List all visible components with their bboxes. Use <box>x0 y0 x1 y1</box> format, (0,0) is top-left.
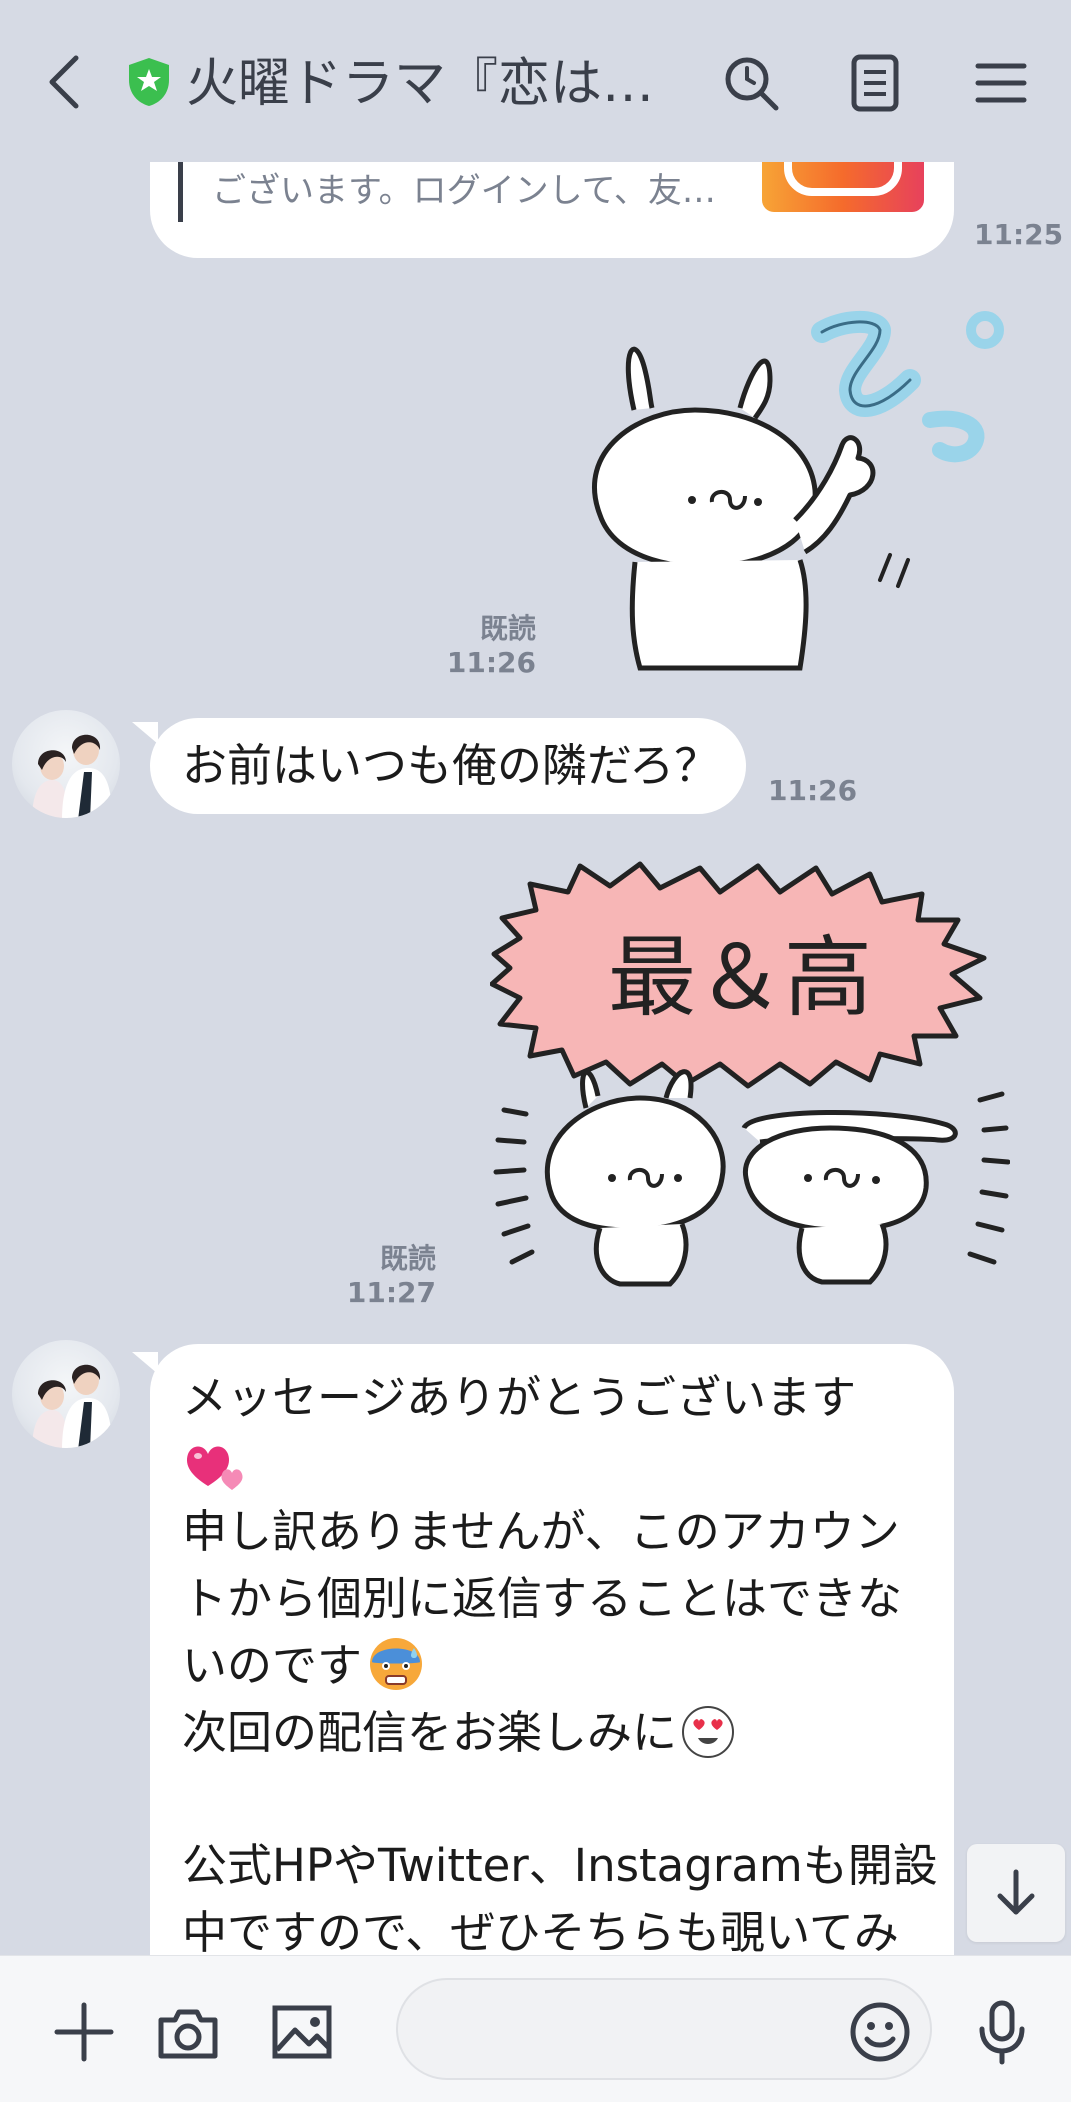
avatar[interactable] <box>12 1340 120 1448</box>
message-time: 11:26 <box>446 646 536 679</box>
mic-button[interactable] <box>966 1996 1038 2068</box>
chat-input-bar <box>0 1955 1071 2102</box>
message-text: お前はいつも俺の隣だろ？ <box>182 739 720 792</box>
read-receipt: 既読 11:27 <box>340 1242 436 1310</box>
message-line: 公式HPやTwitter、Instagramも開設 <box>182 1839 938 1892</box>
message-line: 申し訳ありませんが、このアカウン <box>182 1505 900 1558</box>
plus-icon <box>54 2002 114 2062</box>
menu-icon <box>975 63 1027 103</box>
image-button[interactable] <box>266 1996 338 2068</box>
emoji-button[interactable] <box>844 1996 916 2068</box>
image-icon <box>272 2005 332 2059</box>
back-button[interactable] <box>30 48 98 116</box>
heart-emoji-icon <box>184 1440 248 1492</box>
sticker-text: 最＆高 <box>608 926 872 1029</box>
camera-button[interactable] <box>152 1996 224 2068</box>
avatar[interactable] <box>12 710 120 818</box>
message-time: 11:25 <box>974 218 1064 251</box>
read-label: 既読 <box>379 1242 436 1275</box>
message-line: メッセージありがとうございます <box>182 1371 857 1424</box>
chat-header: 火曜ドラマ『恋は… <box>0 0 1071 162</box>
back-arrow-icon <box>49 55 79 109</box>
bubble-tail <box>132 722 158 744</box>
menu-button[interactable] <box>968 50 1034 116</box>
link-preview-text: ございます。ログインして、友… <box>212 171 716 211</box>
camera-icon <box>158 2009 218 2059</box>
scroll-to-bottom-button[interactable] <box>967 1844 1065 1942</box>
notes-button[interactable] <box>842 50 908 116</box>
cold-sweat-emoji-icon <box>366 1634 426 1694</box>
chat-area[interactable]: ございます。ログインして、友… 11:25 既読 11:26 お前はいつも俺の隣… <box>0 0 1071 1955</box>
plus-button[interactable] <box>48 1996 120 2068</box>
verified-shield-icon <box>126 56 172 108</box>
message-line: 次回の配信をお楽しみに <box>182 1706 678 1759</box>
message-line: トから個別に返信することはできな <box>182 1572 903 1625</box>
message-bubble[interactable]: メッセージありがとうございます 申し訳ありませんが、このアカウン トから個別に返… <box>150 1344 954 1955</box>
instagram-logo-icon <box>784 162 902 196</box>
arrow-down-icon <box>997 1869 1035 1915</box>
message-line: 中ですので、ぜひそちらも覗いてみ <box>182 1906 899 1955</box>
search-button[interactable] <box>718 50 784 116</box>
message-time: 11:27 <box>346 1276 436 1309</box>
sticker-rabbit-pi[interactable] <box>580 290 1020 675</box>
read-receipt: 既読 11:26 <box>440 612 536 680</box>
instagram-thumbnail <box>762 162 924 212</box>
sticker-saikou[interactable]: 最＆高 <box>489 858 1011 1306</box>
read-label: 既読 <box>479 612 536 645</box>
message-bubble[interactable]: お前はいつも俺の隣だろ？ <box>150 718 746 814</box>
mic-icon <box>979 2000 1025 2065</box>
emoji-icon <box>850 2002 910 2062</box>
search-icon <box>725 57 779 111</box>
message-time: 11:26 <box>768 774 858 807</box>
heart-eyes-emoji-icon <box>680 1704 736 1760</box>
message-line: いのです <box>182 1639 363 1692</box>
preview-quote-bar <box>178 160 183 222</box>
chat-title[interactable]: 火曜ドラマ『恋は… <box>186 52 666 116</box>
notes-icon <box>851 54 899 112</box>
